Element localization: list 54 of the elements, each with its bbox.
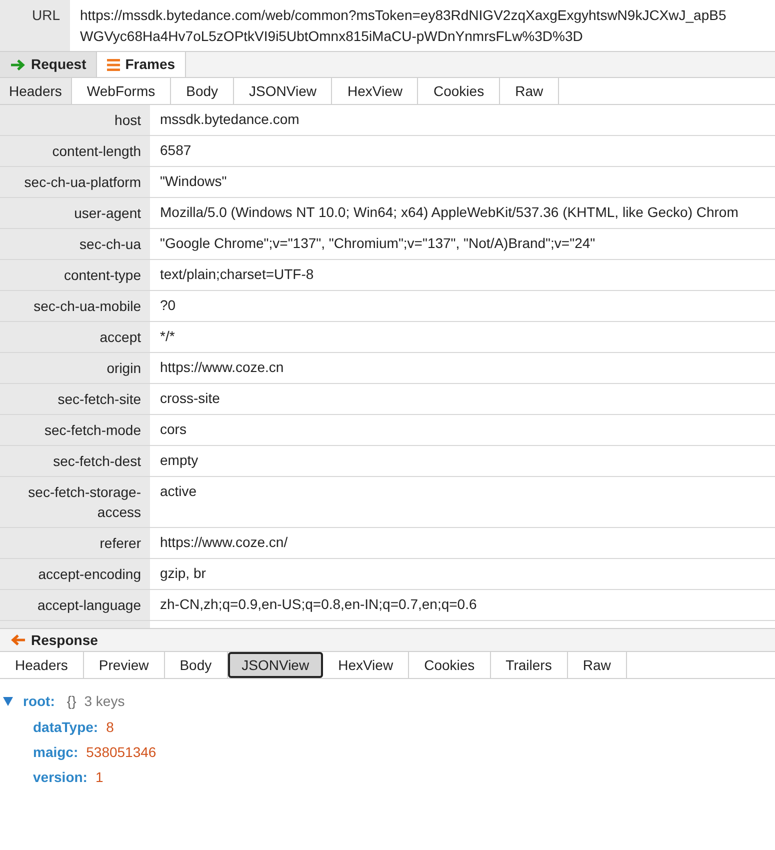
header-name: sec-ch-ua-mobile: [34, 298, 141, 314]
header-value: cors: [160, 421, 186, 437]
header-name: sec-fetch-site: [58, 391, 141, 407]
header-value: Mozilla/5.0 (Windows NT 10.0; Win64; x64) AppleWebKit/537.36 (KHTML, like Gecko) Chrom: [160, 204, 738, 220]
json-braces: {}: [66, 692, 76, 711]
json-key: dataType:: [33, 718, 98, 737]
arrow-right-icon: [10, 58, 26, 70]
header-name: sec-ch-ua-platform: [24, 174, 141, 190]
header-name: host: [114, 112, 141, 128]
header-value: text/plain;charset=UTF-8: [160, 266, 314, 282]
header-value: "Windows": [160, 173, 227, 189]
section-tab[interactable]: Frames: [97, 52, 186, 77]
header-value: ?0: [160, 297, 176, 313]
header-name: sec-fetch-dest: [53, 453, 141, 469]
header-value: "Google Chrome";v="137", "Chromium";v="137", "Not/A)Brand";v="24": [160, 235, 596, 251]
response-label: Response: [31, 630, 98, 650]
section-tab[interactable]: Request: [0, 52, 98, 77]
json-key: maigc:: [33, 743, 78, 762]
tab[interactable]: Headers: [0, 78, 72, 104]
header-value: https://www.coze.cn/: [160, 534, 288, 550]
header-name: sec-ch-ua: [80, 236, 141, 252]
header-name: content-length: [52, 143, 141, 159]
header-name: sec-fetch-storage-access: [28, 484, 141, 520]
header-name: origin: [106, 360, 141, 376]
header-name: content-type: [64, 267, 141, 283]
caret-icon: [3, 697, 13, 706]
header-value: active: [160, 483, 197, 499]
json-value: 8: [106, 718, 114, 737]
header-value: empty: [160, 452, 198, 468]
header-value: zh-CN,zh;q=0.9,en-US;q=0.8,en-IN;q=0.7,en;q=0.6: [160, 596, 477, 612]
header-name: accept: [100, 329, 141, 345]
json-key: root:: [23, 691, 55, 712]
json-summary: 3 keys: [84, 692, 125, 711]
header-name: accept-language: [37, 597, 141, 613]
header-name: referer: [100, 535, 141, 551]
json-key: version:: [33, 768, 88, 787]
header-value: */*: [160, 328, 175, 344]
header-name: accept-encoding: [38, 566, 141, 582]
arrow-left-icon: [10, 634, 26, 646]
url-text: https://mssdk.bytedance.com/web/common?msToken=ey83RdNIGV2zqXaxgExgyhtswN9kJCXwJ_apB5: [80, 6, 726, 25]
header-value: 6587: [160, 142, 192, 158]
list-icon: [107, 58, 120, 70]
header-name: user-agent: [74, 205, 141, 221]
header-value: https://www.coze.cn: [160, 359, 284, 375]
header-value: gzip, br: [160, 565, 206, 581]
tab[interactable]: JSONView: [228, 652, 324, 678]
expand-toggle[interactable]: [3, 697, 15, 706]
header-value: mssdk.bytedance.com: [160, 111, 300, 127]
url-label: URL: [32, 7, 60, 23]
url-text: WGVyc68Ha4Hv7oL5zOPtkVI9i5UbtOmnx815iMaCU-pWDnYnmrsFLw%3D%3D: [80, 27, 584, 46]
header-value: cross-site: [160, 390, 220, 406]
json-value: 538051346: [86, 743, 156, 762]
header-name: sec-fetch-mode: [44, 422, 141, 438]
json-value: 1: [95, 768, 104, 787]
